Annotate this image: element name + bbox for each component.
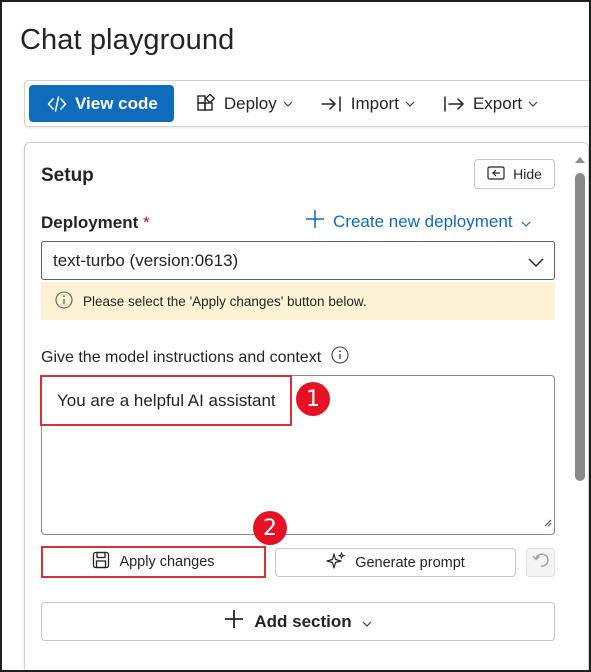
required-mark: * [143, 213, 150, 232]
toolbar: View code Deploy Import Export [24, 80, 589, 127]
scrollbar-thumb[interactable] [575, 173, 585, 481]
create-deployment-label: Create new deployment [333, 211, 513, 231]
chevron-down-icon [362, 612, 372, 632]
generate-prompt-label: Generate prompt [355, 554, 465, 571]
system-message-text: You are a helpful AI assistant [57, 390, 276, 410]
step-2-badge: 2 [253, 511, 287, 545]
import-button[interactable]: Import [311, 85, 425, 122]
generate-prompt-button[interactable]: Generate prompt [275, 548, 516, 577]
page-title: Chat playground [20, 24, 235, 56]
chevron-down-icon [405, 101, 415, 107]
create-deployment-link[interactable]: Create new deployment [305, 209, 531, 234]
chevron-down-icon [283, 101, 293, 107]
export-button[interactable]: Export [433, 85, 548, 122]
export-icon [443, 95, 465, 112]
deploy-label: Deploy [223, 93, 277, 113]
deployment-label-text: Deployment [41, 213, 139, 232]
instructions-label-text: Give the model instructions and context [41, 348, 322, 366]
deployment-value: text-turbo (version:0613) [53, 250, 239, 270]
sparkle-icon [326, 550, 346, 575]
chevron-down-icon [528, 253, 544, 273]
import-icon [321, 95, 343, 112]
system-message-highlight: You are a helpful AI assistant [40, 375, 292, 426]
deployment-select[interactable]: text-turbo (version:0613) [41, 241, 555, 280]
apps-icon [196, 93, 216, 114]
info-icon [55, 290, 73, 312]
plus-icon [224, 609, 244, 634]
add-section-label: Add section [254, 611, 352, 631]
export-label: Export [472, 93, 523, 113]
info-icon[interactable] [331, 346, 349, 369]
step-1-badge: 1 [296, 382, 330, 416]
import-label: Import [350, 93, 399, 113]
deploy-button[interactable]: Deploy [186, 85, 303, 122]
add-section-button[interactable]: Add section [41, 602, 555, 641]
hide-button[interactable]: Hide [474, 159, 555, 189]
plus-icon [305, 209, 325, 234]
chevron-down-icon [521, 212, 531, 232]
warning-banner: Please select the 'Apply changes' button… [41, 282, 555, 320]
code-icon [47, 95, 67, 113]
reset-button[interactable] [526, 548, 555, 577]
save-icon [92, 551, 110, 573]
collapse-panel-icon [487, 165, 505, 183]
view-code-button[interactable]: View code [29, 85, 174, 122]
scroll-up-icon[interactable] [574, 151, 586, 169]
undo-icon [531, 551, 550, 574]
chevron-down-icon [528, 101, 538, 107]
resize-handle-icon[interactable] [543, 514, 552, 532]
deployment-label: Deployment * [41, 213, 150, 233]
apply-changes-label: Apply changes [119, 554, 215, 570]
instructions-label: Give the model instructions and context [41, 346, 349, 369]
hide-label: Hide [513, 166, 542, 182]
warning-text: Please select the 'Apply changes' button… [83, 293, 367, 309]
setup-title: Setup [41, 165, 94, 186]
app-window: Chat playground View code Deploy Import [0, 0, 591, 672]
view-code-label: View code [75, 93, 158, 113]
apply-changes-button[interactable]: Apply changes [41, 546, 266, 578]
